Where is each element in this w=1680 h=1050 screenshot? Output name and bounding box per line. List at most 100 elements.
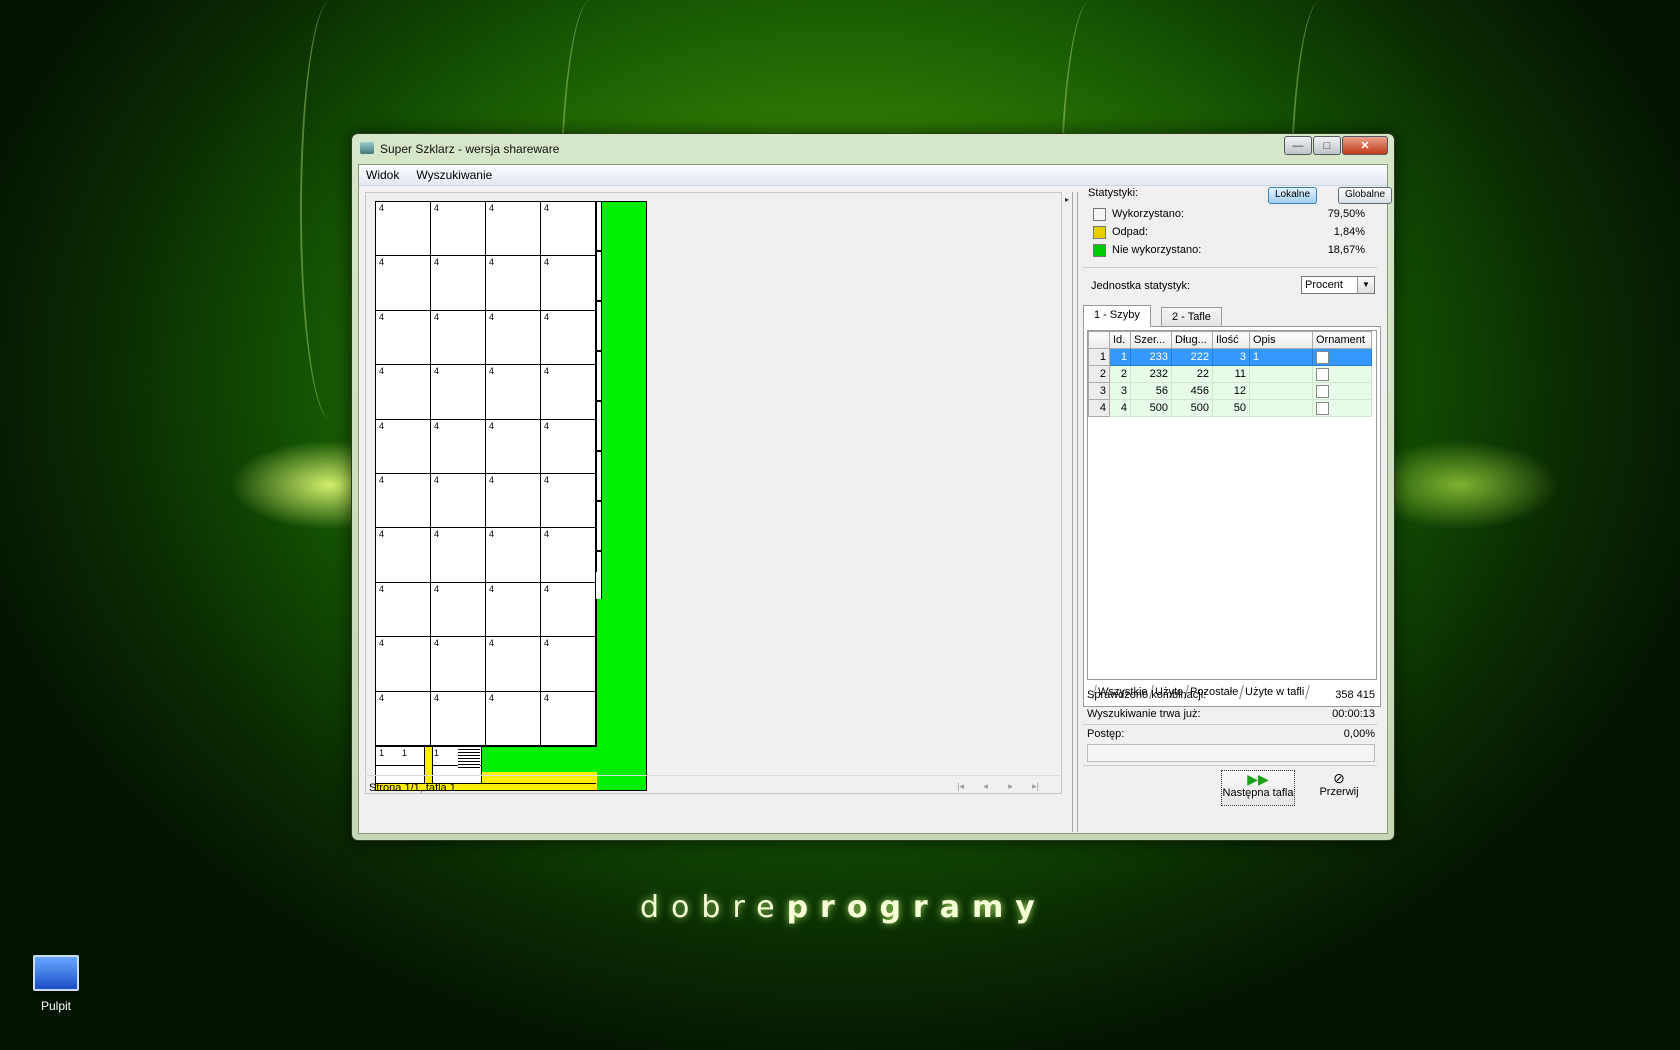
table-cell-dlug[interactable]: 500 xyxy=(1171,399,1213,417)
wallpaper-brand: dobreprogramy xyxy=(640,890,1040,925)
ornament-checkbox[interactable] xyxy=(1316,350,1329,364)
collapse-arrow-icon[interactable]: ▸ xyxy=(1065,195,1069,204)
table-row[interactable]: 2 2 232 22 11 xyxy=(1088,365,1372,383)
minimize-button[interactable]: — xyxy=(1284,136,1312,155)
row-header[interactable]: 3 xyxy=(1088,382,1110,400)
table-cell-ornament xyxy=(1312,365,1372,383)
panel-splitter[interactable] xyxy=(1072,192,1078,832)
row-header[interactable]: 2 xyxy=(1088,365,1110,383)
stop-label: Przerwij xyxy=(1319,786,1359,798)
global-stats-button[interactable]: Globalne xyxy=(1338,187,1393,204)
pane-label: 4 xyxy=(434,474,440,485)
title-bar[interactable]: Super Szklarz - wersja shareware — □ ✕ xyxy=(352,134,1394,162)
glass-pane: 4 xyxy=(376,419,431,474)
tab-tafle[interactable]: 2 - Tafle xyxy=(1161,307,1222,326)
ornament-checkbox[interactable] xyxy=(1316,401,1329,415)
table-cell-id[interactable]: 1 xyxy=(1109,348,1131,366)
pane-grid: 4 4 4 4 4 4 4 4 4 4 4 4 4 4 4 4 4 4 4 4 4 4 4 4 4 4 4 4 4 4 4 4 4 4 4 4 4 4 4 4 xyxy=(376,202,596,746)
window-title: Super Szklarz - wersja shareware xyxy=(380,142,560,156)
column-header[interactable]: Ilość xyxy=(1212,331,1250,349)
glass-pane: 4 xyxy=(376,310,431,366)
table-cell-dlug[interactable]: 22 xyxy=(1171,365,1213,383)
glass-pane: 4 xyxy=(541,473,596,529)
local-stats-button[interactable]: Lokalne xyxy=(1268,187,1318,204)
pane-label: 4 xyxy=(379,257,385,268)
stat-value: 1,84% xyxy=(1333,226,1365,238)
prev-page-button[interactable]: ◂ xyxy=(973,781,998,792)
table-cell-id[interactable]: 3 xyxy=(1109,382,1131,400)
pane-label: 4 xyxy=(489,203,495,213)
chevron-down-icon[interactable]: ▼ xyxy=(1357,277,1374,293)
row-header[interactable]: 1 xyxy=(1088,348,1110,366)
ornament-checkbox[interactable] xyxy=(1316,367,1329,381)
table-cell-ornament xyxy=(1312,348,1372,366)
glass-pane: 4 xyxy=(486,528,541,583)
table-cell-id[interactable]: 4 xyxy=(1109,399,1131,417)
first-page-button[interactable]: |◂ xyxy=(948,781,973,792)
glass-pane: 4 xyxy=(431,310,486,366)
glass-pane: 4 xyxy=(486,310,541,366)
app-icon xyxy=(360,142,374,154)
next-sheet-button[interactable]: ▶▶ Następna tafla xyxy=(1221,770,1295,806)
table-cell-ilosc[interactable]: 3 xyxy=(1212,348,1250,366)
pane-label: 4 xyxy=(489,257,495,268)
right-panel: Statystyki: Lokalne Globalne Wykorzystan… xyxy=(1083,187,1393,827)
legend-swatch xyxy=(1093,244,1106,257)
table-row[interactable]: 3 3 56 456 12 xyxy=(1088,382,1372,400)
table-cell-ilosc[interactable]: 12 xyxy=(1212,382,1250,400)
glass-pane: 4 xyxy=(431,256,486,311)
next-page-button[interactable]: ▸ xyxy=(998,781,1023,792)
table-cell-id[interactable]: 2 xyxy=(1109,365,1131,383)
table-row[interactable]: 1 1 233 222 3 1 xyxy=(1088,348,1372,366)
next-sheet-label: Następna tafla xyxy=(1222,787,1294,799)
last-page-button[interactable]: ▸| xyxy=(1023,781,1048,792)
maximize-button[interactable]: □ xyxy=(1313,136,1341,155)
table-cell-opis[interactable] xyxy=(1249,365,1313,383)
glass-pane: 4 xyxy=(541,637,596,692)
close-button[interactable]: ✕ xyxy=(1342,136,1388,155)
column-header[interactable]: Szer... xyxy=(1130,331,1172,349)
glass-pane: 4 xyxy=(431,637,486,692)
glass-pane: 4 xyxy=(541,310,596,366)
desktop-icon-pulpit[interactable]: Pulpit xyxy=(28,955,84,1013)
glass-pane: 4 xyxy=(541,691,596,746)
stats-header: Statystyki: xyxy=(1088,187,1139,199)
row-header[interactable]: 4 xyxy=(1088,399,1110,417)
glass-pane: 4 xyxy=(376,528,431,583)
table-cell-ilosc[interactable]: 50 xyxy=(1212,399,1250,417)
column-header[interactable]: Id. xyxy=(1109,331,1131,349)
table-cell-dlug[interactable]: 222 xyxy=(1171,348,1213,366)
pane-label: 4 xyxy=(434,366,440,377)
pane-label: 4 xyxy=(379,529,385,540)
progress-value: 0,00% xyxy=(1343,728,1375,740)
table-row[interactable]: 4 4 500 500 50 xyxy=(1088,399,1372,417)
table-cell-opis[interactable] xyxy=(1249,382,1313,400)
checked-label: Sprawdzono kombinacji: xyxy=(1087,689,1207,701)
stop-button[interactable]: ⊘ Przerwij xyxy=(1303,770,1375,804)
table-cell-szer[interactable]: 56 xyxy=(1130,382,1172,400)
table-cell-dlug[interactable]: 456 xyxy=(1171,382,1213,400)
column-header[interactable]: Ornament xyxy=(1312,331,1372,349)
pane-label: 4 xyxy=(434,420,440,431)
table-cell-szer[interactable]: 232 xyxy=(1130,365,1172,383)
column-header[interactable]: Opis xyxy=(1249,331,1313,349)
glass-pane: 4 xyxy=(486,365,541,420)
table-cell-szer[interactable]: 500 xyxy=(1130,399,1172,417)
menu-widok[interactable]: Widok xyxy=(359,165,406,185)
table-cell-opis[interactable]: 1 xyxy=(1249,348,1313,366)
table-cell-szer[interactable]: 233 xyxy=(1130,348,1172,366)
tab-content: Id. Szer... Dług... Ilość Opis Ornament … xyxy=(1083,326,1381,707)
menu-wyszukiwanie[interactable]: Wyszukiwanie xyxy=(409,165,499,185)
unused-area xyxy=(596,599,646,790)
table-cell-opis[interactable] xyxy=(1249,399,1313,417)
ornament-checkbox[interactable] xyxy=(1316,384,1329,398)
column-header[interactable]: Dług... xyxy=(1171,331,1213,349)
tab-szyby[interactable]: 1 - Szyby xyxy=(1083,305,1151,327)
unit-select[interactable]: Procent ▼ xyxy=(1301,276,1375,294)
table-cell-ilosc[interactable]: 11 xyxy=(1212,365,1250,383)
pane-label: 4 xyxy=(434,529,440,540)
pane-label: 4 xyxy=(489,474,495,485)
stat-value: 79,50% xyxy=(1327,208,1365,220)
progress-info: Postęp: 0,00% xyxy=(1087,728,1375,740)
pane-label: 4 xyxy=(489,583,495,594)
